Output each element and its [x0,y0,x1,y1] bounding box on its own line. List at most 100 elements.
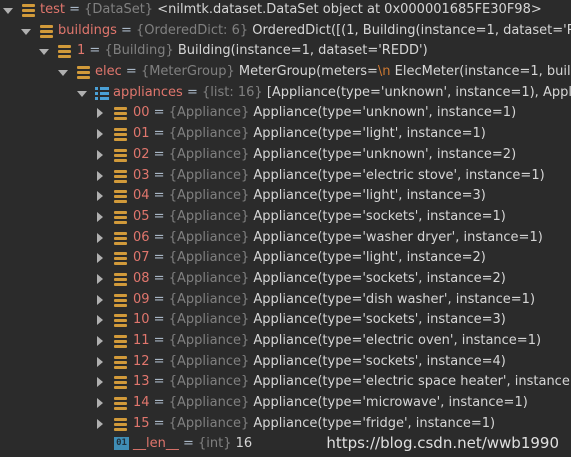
type-annotation: {Appliance} [168,167,250,183]
item-value: Appliance(type='unknown', instance=1) [249,105,517,121]
struct-icon [114,376,127,390]
struct-icon [114,417,127,431]
item-value: Appliance(type='unknown', instance=2) [249,146,517,162]
type-annotation: {Appliance} [168,333,250,348]
tree-row-appliance[interactable]: 12 = {Appliance} Appliance(type='sockets… [0,352,571,373]
variable-name: elec [95,64,122,80]
tree-row-appliance[interactable]: 06 = {Appliance} Appliance(type='washer … [0,228,571,249]
expand-icon[interactable] [94,207,106,228]
item-index: 10 [133,312,150,328]
expand-icon[interactable] [94,166,106,187]
expand-icon[interactable] [94,393,106,414]
expand-icon[interactable] [94,103,106,124]
variable-name: appliances [113,84,183,100]
variable-value: MeterGroup(meters= [234,64,378,80]
struct-icon [114,335,127,348]
watermark: https://blog.csdn.net/wwb1990 [326,434,559,452]
tree-row-elec[interactable]: elec = {MeterGroup} MeterGroup(meters=\n… [0,62,571,83]
item-value: Appliance(type='light', instance=2) [249,250,486,266]
variable-value: <nilmtk.dataset.DataSet object at 0x0000… [153,2,542,17]
variables-tree: test = {DataSet} <nilmtk.dataset.DataSet… [0,0,571,455]
variable-value: OrderedDict([(1, Building(instance=1, da… [252,22,571,38]
item-value: Appliance(type='sockets', instance=4) [249,353,506,369]
tree-row-appliance[interactable]: 14 = {Appliance} Appliance(type='microwa… [0,393,571,414]
expand-icon[interactable] [94,310,106,331]
tree-row-appliance[interactable]: 01 = {Appliance} Appliance(type='light',… [0,124,571,145]
item-index: 09 [133,291,150,307]
struct-icon [114,355,127,369]
tree-row-appliance[interactable]: 15 = {Appliance} Appliance(type='fridge'… [0,414,571,435]
tree-row-appliance[interactable]: 09 = {Appliance} Appliance(type='dish wa… [0,290,571,311]
collapse-icon[interactable] [20,21,32,42]
expand-icon[interactable] [94,124,106,145]
expand-icon[interactable] [94,248,106,269]
tree-row-appliance[interactable]: 05 = {Appliance} Appliance(type='sockets… [0,207,571,228]
expand-icon[interactable] [94,352,106,373]
struct-icon [77,66,90,80]
item-index: 01 [133,126,150,142]
tree-row-building-1[interactable]: 1 = {Building} Building(instance=1, data… [0,41,571,62]
collapse-icon[interactable] [76,83,88,104]
tree-row-appliance[interactable]: 03 = {Appliance} Appliance(type='electri… [0,166,571,187]
type-annotation: {Appliance} [168,229,250,245]
struct-icon [114,293,127,307]
item-index: 03 [133,167,150,183]
item-index: 06 [133,229,150,245]
collapse-icon[interactable] [57,62,69,83]
expand-icon[interactable] [94,372,106,393]
type-annotation: {int} [198,436,232,452]
tree-row-appliance[interactable]: 07 = {Appliance} Appliance(type='light',… [0,248,571,269]
struct-icon [58,45,71,59]
tree-row-test[interactable]: test = {DataSet} <nilmtk.dataset.DataSet… [0,0,571,21]
type-annotation: {Appliance} [168,126,250,142]
expand-icon[interactable] [94,228,106,249]
tree-row-appliance[interactable]: 13 = {Appliance} Appliance(type='electri… [0,372,571,393]
tree-row-appliance[interactable]: 00 = {Appliance} Appliance(type='unknown… [0,103,571,124]
variable-value: 16 [231,436,253,452]
expand-icon[interactable] [94,331,106,352]
struct-icon [114,314,127,328]
tree-row-appliance[interactable]: 08 = {Appliance} Appliance(type='sockets… [0,269,571,290]
struct-icon [114,190,127,204]
tree-row-appliance[interactable]: 11 = {Appliance} Appliance(type='electri… [0,331,571,352]
struct-icon [114,272,127,286]
expand-icon[interactable] [94,145,106,166]
expand-icon[interactable] [94,414,106,435]
item-index: 02 [133,146,150,162]
expand-icon[interactable] [94,290,106,311]
item-value: Appliance(type='fridge', instance=1) [249,415,496,431]
type-annotation: {Appliance} [168,270,250,286]
item-value: Appliance(type='sockets', instance=2) [249,270,506,286]
type-annotation: {Appliance} [168,312,250,328]
tree-row-appliances[interactable]: appliances = {list: 16} [Appliance(type=… [0,83,571,104]
type-annotation: {OrderedDict: 6} [136,22,249,38]
expand-icon[interactable] [94,269,106,290]
struct-icon [114,252,127,266]
int-icon: 01 [114,437,129,451]
variable-value: Building(instance=1, dataset='REDD') [173,43,428,59]
collapse-icon[interactable] [38,41,50,62]
tree-row-appliance[interactable]: 04 = {Appliance} Appliance(type='light',… [0,186,571,207]
tree-row-appliance[interactable]: 10 = {Appliance} Appliance(type='sockets… [0,310,571,331]
item-index: 12 [133,353,150,369]
struct-icon [114,169,127,183]
tree-row-appliance[interactable]: 02 = {Appliance} Appliance(type='unknown… [0,145,571,166]
type-annotation: {Appliance} [168,291,250,307]
item-value: Appliance(type='microwave', instance=1) [249,395,528,411]
tree-row-buildings[interactable]: buildings = {OrderedDict: 6} OrderedDict… [0,21,571,42]
list-icon [95,86,109,100]
variable-value: [Appliance(type='unknown', instance=1), … [266,84,571,100]
type-annotation: {Appliance} [168,105,250,121]
struct-icon [22,4,35,17]
item-value: Appliance(type='electric stove', instanc… [249,167,545,183]
item-value: Appliance(type='sockets', instance=1) [249,208,506,224]
struct-icon [40,24,53,38]
type-annotation: {Appliance} [168,415,250,431]
item-index: 08 [133,270,150,286]
expand-icon[interactable] [94,186,106,207]
type-annotation: {MeterGroup} [140,64,235,80]
type-annotation: {Appliance} [168,374,250,390]
item-value: Appliance(type='dish washer', instance=1… [249,291,536,307]
collapse-icon[interactable] [2,0,14,21]
item-value: Appliance(type='washer dryer', instance=… [249,229,543,245]
